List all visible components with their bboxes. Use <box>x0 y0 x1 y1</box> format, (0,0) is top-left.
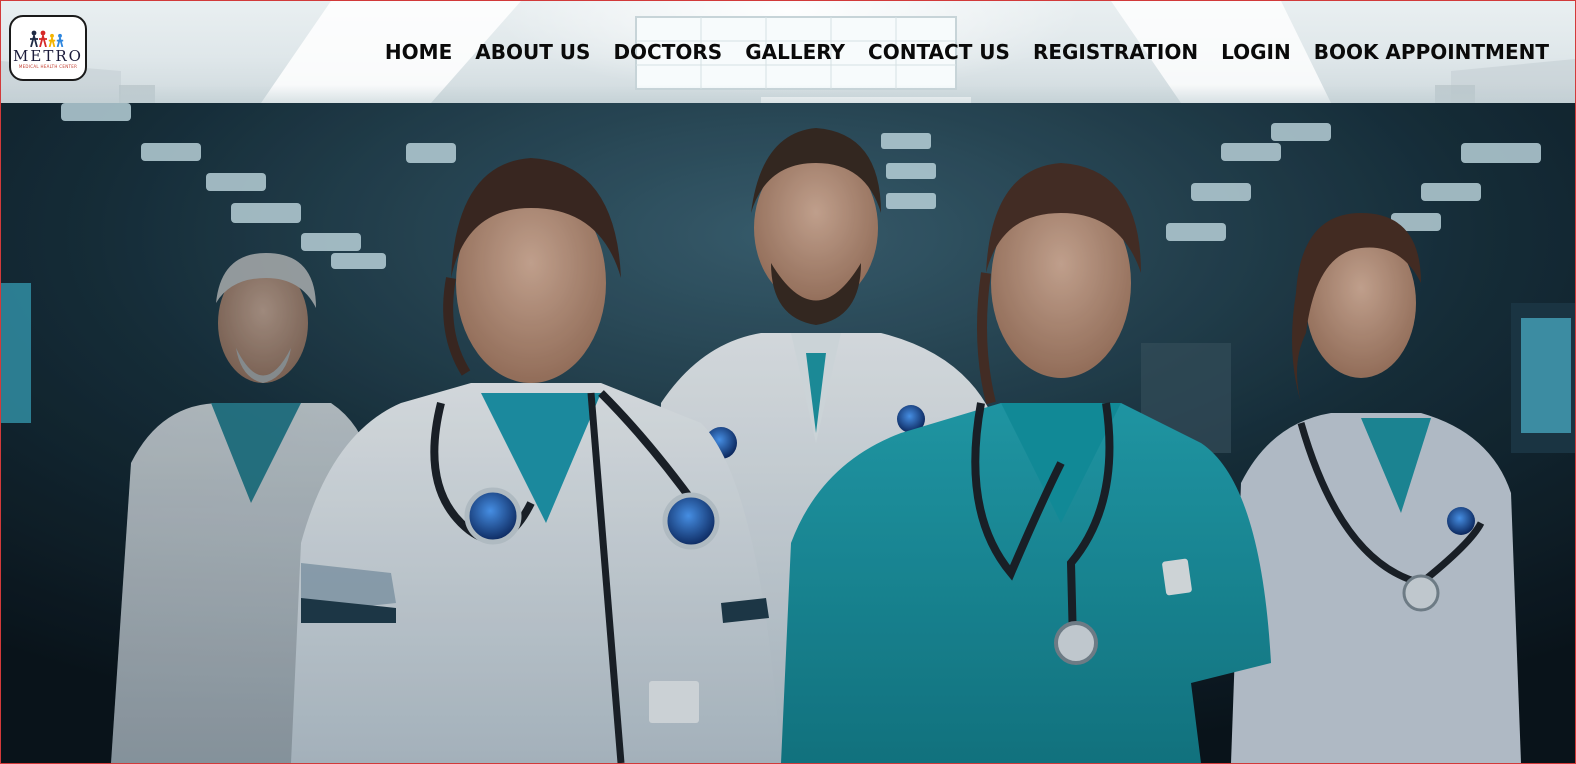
logo-tagline: MEDICAL HEALTH CENTER <box>18 64 78 69</box>
nav-doctors[interactable]: DOCTORS <box>613 39 722 65</box>
nav-about-us[interactable]: ABOUT US <box>475 39 590 65</box>
nav-gallery[interactable]: GALLERY <box>745 39 845 65</box>
logo-figure-body <box>39 32 47 47</box>
family-figures-icon <box>30 30 64 47</box>
medical-team-photo <box>1 103 1575 763</box>
logo-figure-body <box>56 34 64 47</box>
logo-figure-body <box>30 32 38 47</box>
nav-contact-us[interactable]: CONTACT US <box>868 39 1010 65</box>
site-header: METRO MEDICAL HEALTH CENTER HOME ABOUT U… <box>1 1 1575 103</box>
nav-registration[interactable]: REGISTRATION <box>1033 39 1198 65</box>
main-nav: HOME ABOUT US DOCTORS GALLERY CONTACT US… <box>362 39 1549 65</box>
site-logo[interactable]: METRO MEDICAL HEALTH CENTER <box>9 15 87 81</box>
logo-figure-body <box>48 34 56 47</box>
nav-home[interactable]: HOME <box>385 39 452 65</box>
header-shadow <box>1 85 1575 103</box>
logo-name: METRO <box>13 47 83 65</box>
nav-book-appointment[interactable]: BOOK APPOINTMENT <box>1314 39 1549 65</box>
page: METRO MEDICAL HEALTH CENTER HOME ABOUT U… <box>0 0 1576 764</box>
hero-image <box>1 103 1575 763</box>
nav-login[interactable]: LOGIN <box>1221 39 1291 65</box>
